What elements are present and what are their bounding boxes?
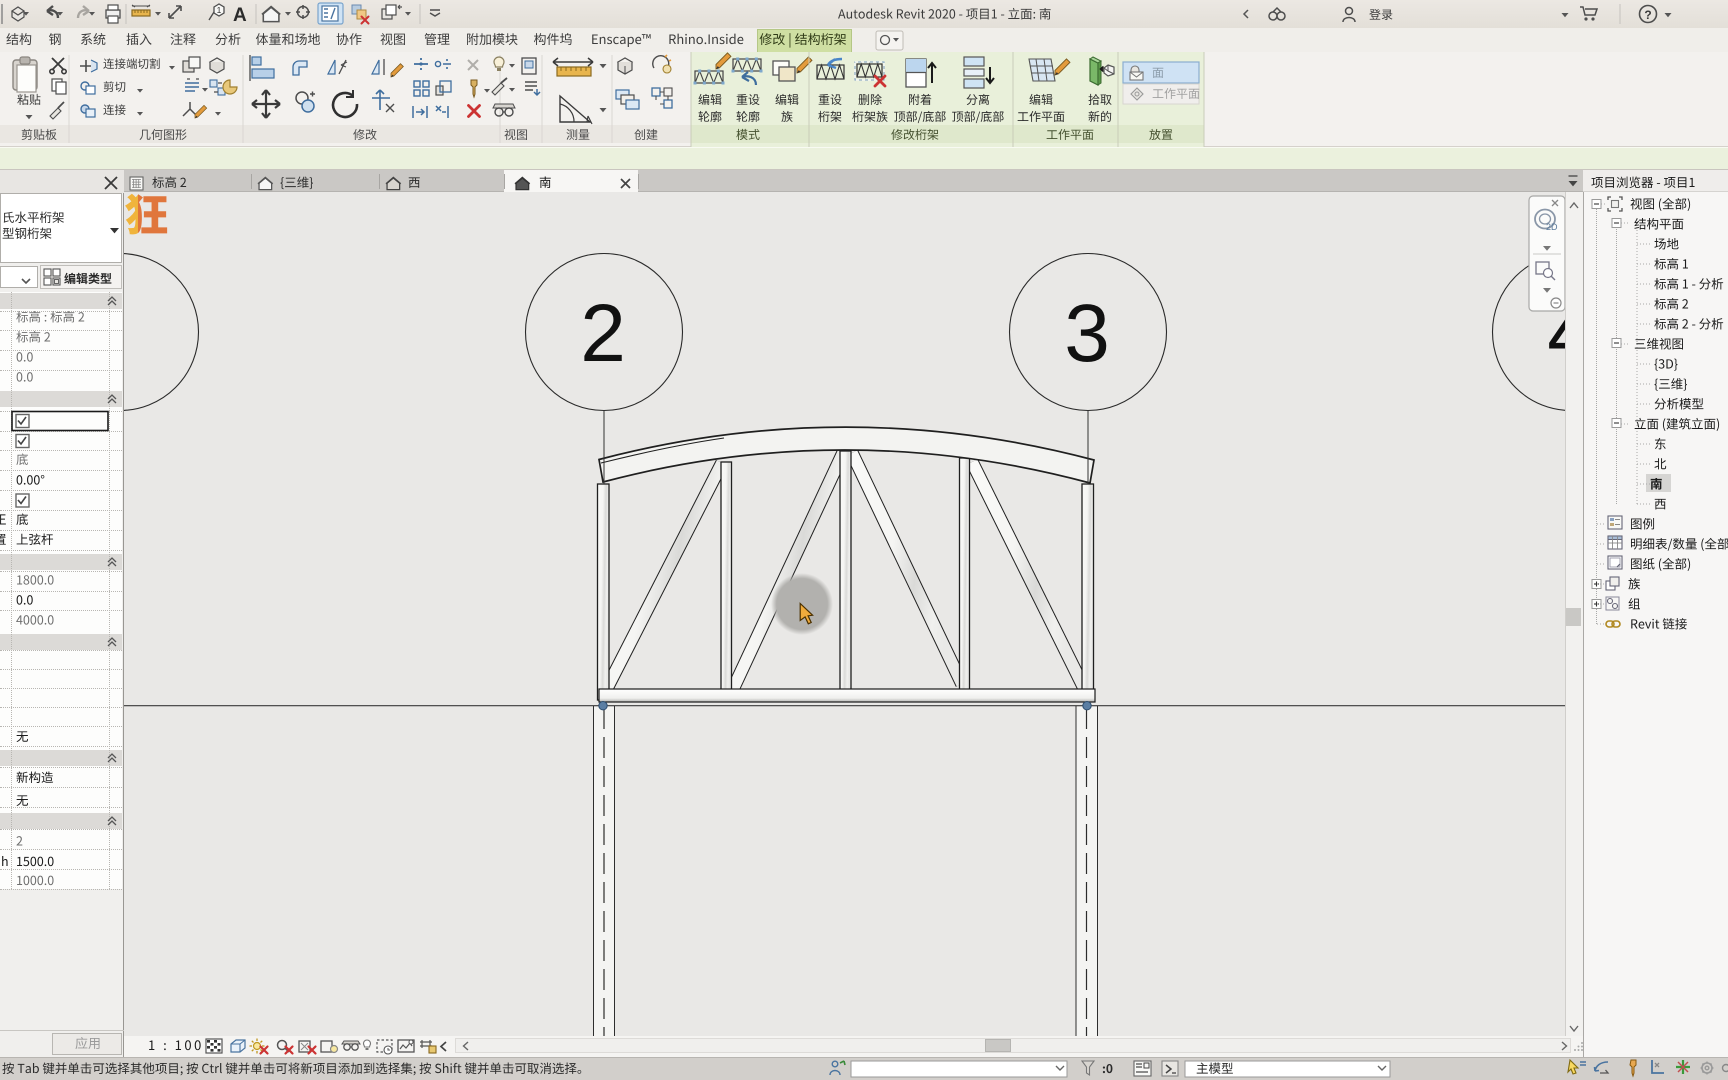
- svg-text:3: 3: [1064, 288, 1110, 379]
- svg-text:2D: 2D: [1546, 222, 1558, 232]
- svg-text:2: 2: [580, 288, 626, 379]
